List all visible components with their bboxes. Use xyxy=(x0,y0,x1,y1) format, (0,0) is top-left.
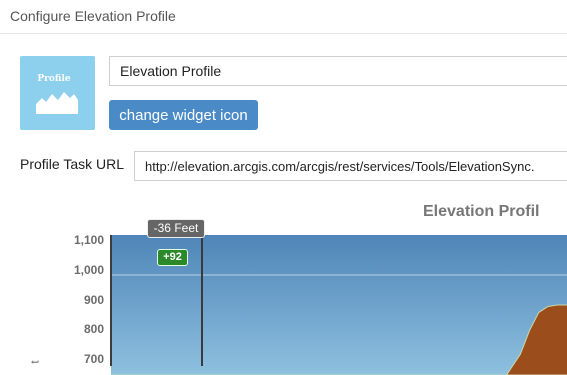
y-tick-label: 700 xyxy=(83,352,104,367)
profile-cursor-line[interactable] xyxy=(201,237,203,366)
y-tick-label: 800 xyxy=(83,322,104,337)
widget-icon-preview: Profile xyxy=(20,56,95,130)
widget-name-input[interactable] xyxy=(109,56,567,86)
elevation-gain-badge: +92 xyxy=(157,249,188,266)
change-widget-icon-button[interactable]: change widget icon xyxy=(109,100,258,130)
y-tick-label: 1,100 xyxy=(73,232,104,247)
y-tick-label: 900 xyxy=(83,292,104,307)
mountain-profile-icon xyxy=(36,92,78,114)
y-tick-label: 1,000 xyxy=(73,262,104,277)
y-axis-line xyxy=(110,235,112,366)
dialog-title-bar: Configure Elevation Profile xyxy=(0,0,567,34)
dialog-title: Configure Elevation Profile xyxy=(10,8,176,24)
widget-icon-label: Profile xyxy=(37,74,71,84)
profile-task-url-input[interactable] xyxy=(134,151,567,181)
chart-title: Elevation Profil xyxy=(423,203,540,220)
profile-task-url-label: Profile Task URL xyxy=(20,156,125,172)
cursor-elevation-label: -36 Feet xyxy=(147,219,205,238)
y-axis-label: t xyxy=(29,360,42,364)
